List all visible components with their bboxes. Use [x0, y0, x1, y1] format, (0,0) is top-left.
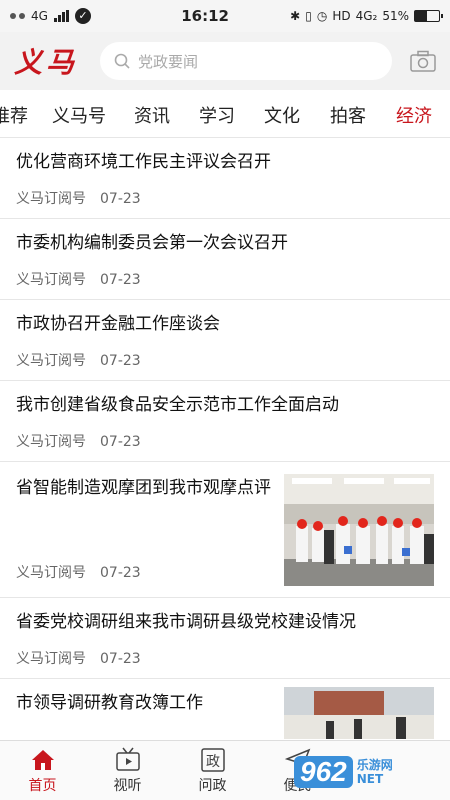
app-logo: 义马 [14, 46, 79, 79]
status-left: 4G ✓ [10, 8, 160, 24]
network-2-label: 4G₂ [355, 9, 378, 23]
news-meta: 义马订阅号 07-23 [16, 562, 141, 582]
nav-video[interactable]: 视听 [85, 741, 170, 800]
vibrate-icon: ▯ [305, 9, 312, 23]
news-title: 市委机构编制委员会第一次会议召开 [16, 233, 288, 253]
tab-study[interactable]: 学习 [199, 102, 235, 128]
nav-label: 问政 [198, 778, 227, 794]
signal-icon [53, 10, 69, 22]
news-item[interactable]: 优化营商环境工作民主评议会召开 义马订阅号 07-23 [0, 138, 450, 219]
news-source: 义马订阅号 [16, 651, 86, 667]
news-item-with-image[interactable]: 市领导调研教育改簿工作 [0, 679, 450, 749]
news-meta: 义马订阅号 07-23 [16, 350, 434, 370]
news-meta: 义马订阅号 07-23 [16, 431, 434, 451]
nav-home[interactable]: 首页 [0, 741, 85, 800]
news-title: 优化营商环境工作民主评议会召开 [16, 152, 271, 172]
tab-culture[interactable]: 文化 [264, 102, 300, 128]
bluetooth-icon: ✱ [290, 9, 301, 23]
news-item[interactable]: 我市创建省级食品安全示范市工作全面启动 义马订阅号 07-23 [0, 381, 450, 462]
home-icon [31, 750, 54, 770]
news-title: 市政协召开金融工作座谈会 [16, 314, 220, 334]
check-icon: ✓ [74, 8, 91, 24]
battery-percent: 51% [382, 9, 409, 23]
news-item-with-image[interactable]: 省智能制造观摩团到我市观摩点评 义马订阅号 07-23 [0, 462, 450, 598]
search-bar[interactable]: 党政要闻 [100, 42, 392, 80]
news-meta: 义马订阅号 07-23 [16, 188, 434, 208]
news-meta: 义马订阅号 07-23 [16, 648, 434, 668]
news-item[interactable]: 市委机构编制委员会第一次会议召开 义马订阅号 07-23 [0, 219, 450, 300]
news-date: 07-23 [100, 434, 141, 450]
battery-icon [414, 10, 443, 22]
search-icon [114, 53, 130, 69]
news-thumbnail [284, 687, 434, 739]
news-title: 省委党校调研组来我市调研县级党校建设情况 [16, 612, 356, 632]
news-source: 义马订阅号 [16, 191, 86, 207]
category-tabs: 推荐 义马号 资讯 学习 文化 拍客 经济 [0, 90, 450, 138]
watermark-line2: NET [356, 772, 384, 786]
status-right: ✱ ▯ ◷ HD 4G₂ 51% [290, 9, 443, 23]
tab-photographer[interactable]: 拍客 [330, 102, 366, 128]
svg-text:政: 政 [206, 754, 220, 770]
notification-dots-icon [10, 13, 25, 19]
news-source: 义马订阅号 [16, 434, 86, 450]
news-date: 07-23 [100, 191, 141, 207]
nav-politics[interactable]: 政 问政 [170, 741, 255, 800]
watermark-text: 乐游网 NET [357, 758, 393, 786]
news-source: 义马订阅号 [16, 353, 86, 369]
hd-label: HD [332, 9, 351, 23]
news-date: 07-23 [100, 272, 141, 288]
news-source: 义马订阅号 [16, 272, 86, 288]
news-title: 市领导调研教育改簿工作 [16, 693, 203, 713]
tab-news[interactable]: 资讯 [134, 102, 170, 128]
status-bar: 4G ✓ 16:12 ✱ ▯ ◷ HD 4G₂ 51% [0, 0, 450, 32]
news-list: 优化营商环境工作民主评议会召开 义马订阅号 07-23 市委机构编制委员会第一次会… [0, 138, 450, 749]
network-label: 4G [31, 9, 48, 23]
nav-label: 视听 [113, 778, 142, 794]
tab-recommend[interactable]: 推荐 [0, 102, 28, 128]
news-date: 07-23 [100, 651, 141, 667]
alarm-icon: ◷ [316, 9, 328, 23]
news-date: 07-23 [100, 565, 141, 581]
camera-icon[interactable] [410, 50, 436, 72]
politics-icon: 政 [200, 748, 225, 772]
news-title: 省智能制造观摩团到我市观摩点评 [16, 478, 271, 498]
news-item[interactable]: 省委党校调研组来我市调研县级党校建设情况 义马订阅号 07-23 [0, 598, 450, 679]
tab-economy[interactable]: 经济 [396, 102, 432, 128]
tab-yima-account[interactable]: 义马号 [52, 102, 106, 128]
watermark-number: 962 [294, 756, 353, 788]
app-header: 义马 党政要闻 [0, 32, 450, 90]
news-meta: 义马订阅号 07-23 [16, 269, 434, 289]
news-title: 我市创建省级食品安全示范市工作全面启动 [16, 395, 339, 415]
tv-icon [115, 747, 140, 771]
nav-label: 首页 [28, 778, 57, 794]
news-thumbnail [284, 474, 434, 586]
search-placeholder: 党政要闻 [138, 52, 199, 71]
news-source: 义马订阅号 [16, 565, 86, 581]
news-item[interactable]: 市政协召开金融工作座谈会 义马订阅号 07-23 [0, 300, 450, 381]
news-date: 07-23 [100, 353, 141, 369]
status-time: 16:12 [181, 7, 229, 25]
watermark-line1: 乐游网 [356, 758, 393, 772]
site-watermark: 962 乐游网 NET [294, 750, 444, 794]
